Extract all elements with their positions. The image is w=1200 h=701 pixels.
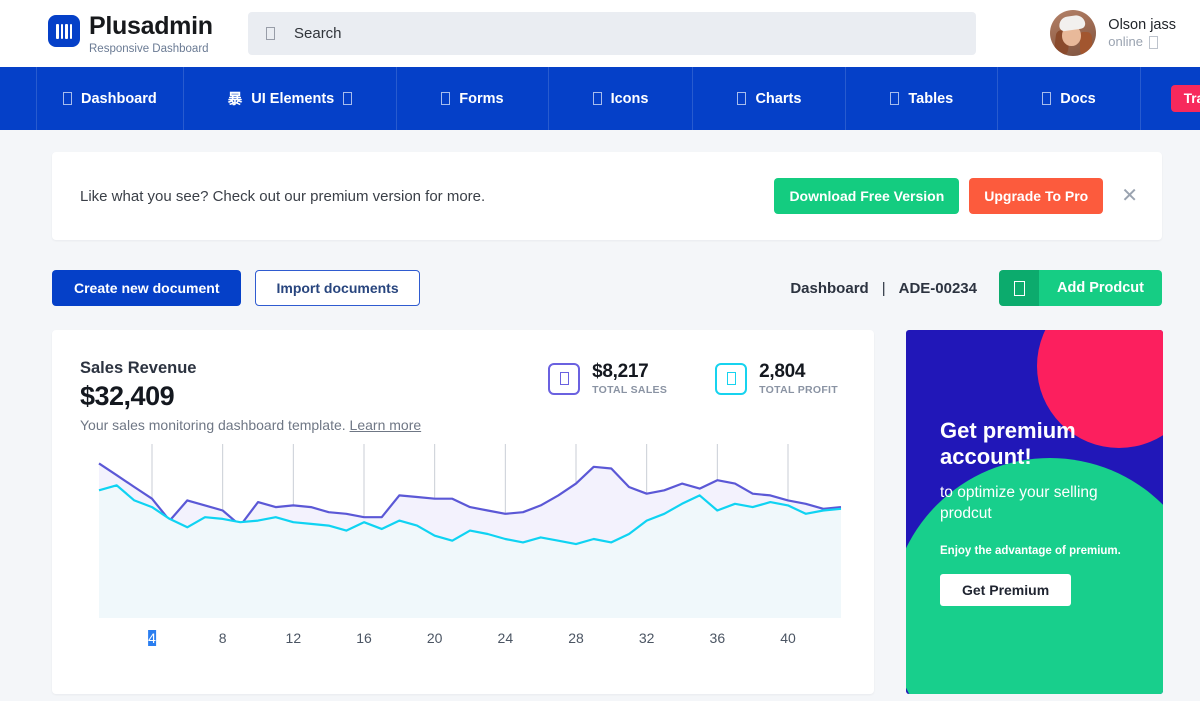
promo-note: Enjoy the advantage of premium.	[940, 545, 1121, 558]
star-icon	[592, 92, 602, 105]
nav-label-ui-elements: UI Elements	[251, 90, 335, 107]
nav-item-icons[interactable]: Icons	[549, 67, 694, 130]
chart-x-axis: 4 8 12 16 20 24 28 32 36 40	[52, 630, 874, 660]
nav-item-ui-elements[interactable]: 暴 UI Elements	[184, 67, 398, 130]
nav-right-group: Trailing English	[1141, 67, 1200, 130]
cart-icon	[548, 362, 581, 395]
chart-x-tick: 32	[638, 630, 655, 646]
sales-revenue-card: Sales Revenue $32,409 Your sales monitor…	[52, 330, 874, 694]
add-product-button[interactable]: Add Prodcut	[999, 270, 1162, 306]
top-bar: Plusadmin Responsive Dashboard Search Ol…	[0, 0, 1200, 67]
chevron-down-icon	[343, 92, 353, 105]
total-sales-label: TOTAL SALES	[592, 383, 668, 396]
sales-chart-svg	[98, 444, 842, 618]
breadcrumb-dashboard[interactable]: Dashboard	[790, 280, 868, 297]
avatar	[1050, 10, 1097, 56]
promo-content: Get premium account! to optimize your se…	[940, 418, 1140, 607]
chart-x-tick: 12	[285, 630, 302, 646]
chart-x-tick: 24	[497, 630, 514, 646]
learn-more-link[interactable]: Learn more	[350, 417, 422, 433]
brand-tagline: Responsive Dashboard	[89, 43, 209, 55]
brand-name: Plusadmin	[89, 12, 213, 40]
dashboard-page: Plusadmin Responsive Dashboard Search Ol…	[0, 0, 1200, 701]
nav-label-forms: Forms	[459, 90, 504, 107]
total-profit-label: TOTAL PROFIT	[759, 383, 838, 396]
sales-chart[interactable]: 4 8 12 16 20 24 28 32 36 40	[52, 440, 874, 694]
bars-logo-icon	[48, 15, 80, 47]
download-free-version-button[interactable]: Download Free Version	[774, 178, 960, 214]
brand[interactable]: Plusadmin Responsive Dashboard	[48, 11, 238, 56]
stats-group: $8,217 TOTAL SALES 2,804 TOTAL PROFIT	[548, 362, 838, 396]
trailing-badge[interactable]: Trailing	[1170, 85, 1200, 112]
form-icon	[441, 92, 451, 105]
wallet-icon	[715, 362, 748, 395]
search-input[interactable]: Search	[248, 12, 976, 55]
doc-icon	[1042, 92, 1052, 105]
nav-label-charts: Charts	[755, 90, 802, 107]
promo-card: Get premium account! to optimize your se…	[906, 330, 1163, 694]
total-profit-value: 2,804	[759, 361, 806, 382]
table-icon	[890, 92, 900, 105]
user-status: online	[1108, 34, 1176, 50]
nav-item-charts[interactable]: Charts	[693, 67, 847, 130]
user-menu[interactable]: Olson jass online	[1050, 10, 1176, 56]
breadcrumb: Dashboard | ADE-00234 Add Prodcut	[790, 270, 1162, 306]
stat-total-profit: 2,804 TOTAL PROFIT	[715, 362, 838, 396]
sales-subtitle: Your sales monitoring dashboard template…	[80, 417, 874, 433]
chart-x-tick: 36	[709, 630, 726, 646]
plus-icon	[999, 270, 1039, 306]
create-new-document-button[interactable]: Create new document	[52, 270, 242, 306]
promo-heading: Get premium account!	[940, 418, 1076, 469]
stat-total-sales: $8,217 TOTAL SALES	[548, 362, 667, 396]
home-icon	[63, 92, 72, 105]
chart-x-tick: 8	[218, 630, 227, 646]
chevron-down-icon[interactable]	[1149, 35, 1158, 49]
chart-x-tick: 40	[780, 630, 796, 646]
document-id: ADE-00234	[898, 279, 977, 297]
chart-x-tick: 4	[148, 630, 156, 646]
premium-banner: Like what you see? Check out our premium…	[52, 152, 1162, 240]
banner-text: Like what you see? Check out our premium…	[80, 187, 486, 205]
nav-item-tables[interactable]: Tables	[846, 67, 999, 130]
add-product-label: Add Prodcut	[1039, 270, 1162, 306]
user-status-label: online	[1108, 33, 1143, 49]
chart-x-tick: 20	[426, 630, 443, 646]
user-name: Olson jass	[1108, 16, 1176, 33]
action-row: Create new document Import documents Das…	[52, 270, 1162, 306]
upgrade-to-pro-button[interactable]: Upgrade To Pro	[969, 178, 1104, 214]
search-icon	[266, 27, 275, 40]
get-premium-button[interactable]: Get Premium	[940, 574, 1072, 607]
nav-item-docs[interactable]: Docs	[998, 67, 1141, 130]
banner-actions: Download Free Version Upgrade To Pro ✕	[774, 178, 1138, 214]
sales-subtitle-text: Your sales monitoring dashboard template…	[80, 417, 346, 433]
nav-item-dashboard[interactable]: Dashboard	[36, 67, 184, 130]
nav-label-icons: Icons	[610, 90, 649, 107]
nav-item-forms[interactable]: Forms	[397, 67, 549, 130]
import-documents-button[interactable]: Import documents	[255, 270, 420, 306]
chart-icon	[737, 92, 747, 105]
close-icon[interactable]: ✕	[1121, 186, 1138, 206]
nav-label-docs: Docs	[1060, 90, 1096, 107]
layers-icon: 暴	[227, 92, 243, 108]
main-nav: Dashboard 暴 UI Elements Forms Icons Char…	[0, 67, 1200, 130]
chart-x-tick: 28	[568, 630, 584, 646]
chart-x-tick: 16	[356, 630, 372, 646]
nav-label-tables: Tables	[908, 90, 954, 107]
promo-subheading: to optimize your selling prodcut	[940, 484, 1098, 522]
search-placeholder: Search	[294, 25, 342, 42]
total-sales-value: $8,217	[592, 361, 649, 382]
nav-label-dashboard: Dashboard	[81, 90, 157, 107]
breadcrumb-separator: |	[881, 279, 886, 297]
